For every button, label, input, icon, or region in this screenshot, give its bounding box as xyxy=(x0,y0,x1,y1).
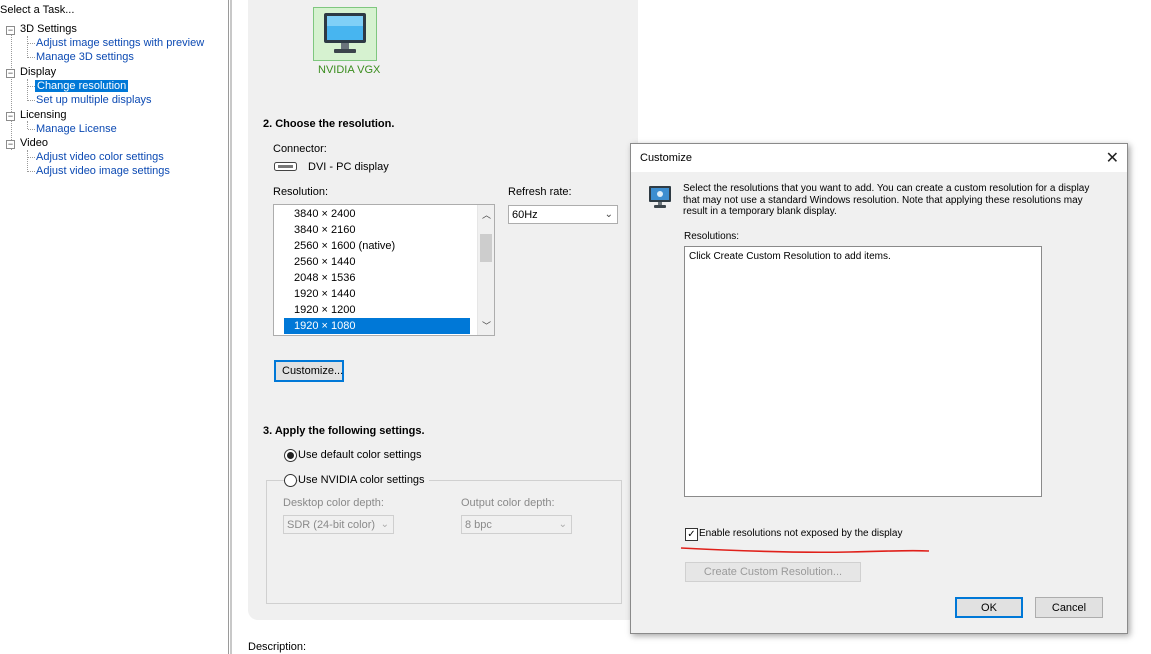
chevron-up-icon[interactable]: ︿ xyxy=(482,208,491,221)
red-annotation-underline xyxy=(680,547,930,554)
resolution-label: Resolution: xyxy=(273,186,329,198)
list-item[interactable]: 1920 × 1440 xyxy=(284,286,470,302)
task-tree-pane: Select a Task... − 3D Settings Adjust im… xyxy=(0,0,229,654)
tree-connector xyxy=(27,79,28,101)
enable-resolutions-checkbox[interactable]: ✓ xyxy=(685,528,698,541)
tree-connector xyxy=(27,121,28,129)
nvidia-color-radio[interactable] xyxy=(284,474,297,487)
tree-connector xyxy=(28,171,35,172)
connector-value: DVI - PC display xyxy=(308,161,389,173)
tree-category-display[interactable]: Display xyxy=(20,66,56,78)
resolution-list[interactable]: 3840 × 2400 3840 × 2160 2560 × 1600 (nat… xyxy=(273,204,495,336)
desktop-depth-label: Desktop color depth: xyxy=(283,497,384,509)
chevron-down-icon: ⌄ xyxy=(558,519,567,530)
tree-item-change-resolution[interactable]: Change resolution xyxy=(35,80,129,92)
tree-connector xyxy=(28,57,35,58)
chevron-down-icon: ⌄ xyxy=(380,519,389,530)
refresh-rate-label: Refresh rate: xyxy=(508,186,572,198)
tree-item-adjust-image-settings[interactable]: Adjust image settings with preview xyxy=(36,37,204,49)
tree-connector xyxy=(28,100,35,101)
refresh-rate-select[interactable]: 60Hz ⌄ xyxy=(508,205,618,224)
tree-item-multiple-displays[interactable]: Set up multiple displays xyxy=(36,94,152,106)
task-tree-title: Select a Task... xyxy=(0,4,75,16)
output-depth-label: Output color depth: xyxy=(461,497,555,509)
tree-item-video-color[interactable]: Adjust video color settings xyxy=(36,151,164,163)
customize-button[interactable]: Customize... xyxy=(274,360,344,382)
tree-category-licensing[interactable]: Licensing xyxy=(20,109,66,121)
tree-category-3d-settings[interactable]: 3D Settings xyxy=(20,23,77,35)
tree-item-video-image[interactable]: Adjust video image settings xyxy=(36,165,170,177)
tree-connector xyxy=(11,30,12,150)
tree-connector xyxy=(27,150,28,172)
dialog-title: Customize xyxy=(640,152,692,164)
chevron-down-icon[interactable]: ﹀ xyxy=(482,319,491,332)
tree-category-video[interactable]: Video xyxy=(20,137,48,149)
list-item-selected[interactable]: 1920 × 1080 xyxy=(284,318,470,334)
output-depth-value: 8 bpc xyxy=(465,519,492,531)
customize-dialog: Customize ✕ Select the resolutions that … xyxy=(630,143,1128,634)
tree-item-manage-3d-settings[interactable]: Manage 3D settings xyxy=(36,51,134,63)
resolution-scrollbar[interactable]: ︿ ﹀ xyxy=(477,205,494,335)
pane-splitter[interactable] xyxy=(230,0,232,654)
display-settings-icon xyxy=(649,186,671,208)
section-choose-resolution: 2. Choose the resolution. xyxy=(263,118,395,130)
description-label: Description: xyxy=(248,641,307,653)
list-hint: Click Create Custom Resolution to add it… xyxy=(689,251,891,262)
custom-resolutions-list[interactable]: Click Create Custom Resolution to add it… xyxy=(684,246,1042,497)
tree-connector xyxy=(28,129,35,130)
display-name: NVIDIA VGX xyxy=(318,64,381,76)
tree-connector xyxy=(28,43,35,44)
collapse-icon[interactable]: − xyxy=(6,140,15,149)
connector-label: Connector: xyxy=(273,143,327,155)
dvi-connector-icon xyxy=(274,162,297,171)
desktop-depth-select: SDR (24-bit color) ⌄ xyxy=(283,515,394,534)
ok-button[interactable]: OK xyxy=(955,597,1023,618)
collapse-icon[interactable]: − xyxy=(6,112,15,121)
close-icon[interactable]: ✕ xyxy=(1106,148,1119,168)
dialog-titlebar[interactable]: Customize ✕ xyxy=(631,144,1127,172)
scrollbar-thumb[interactable] xyxy=(480,234,492,262)
tree-connector xyxy=(27,36,28,58)
create-custom-resolution-button: Create Custom Resolution... xyxy=(685,562,861,582)
chevron-down-icon: ⌄ xyxy=(604,209,613,220)
list-item[interactable]: 2048 × 1536 xyxy=(284,270,470,286)
resolutions-label: Resolutions: xyxy=(684,231,740,242)
cancel-button[interactable]: Cancel xyxy=(1035,597,1103,618)
list-item[interactable]: 3840 × 2160 xyxy=(284,222,470,238)
tree-connector xyxy=(28,157,35,158)
desktop-depth-value: SDR (24-bit color) xyxy=(287,519,376,531)
list-item[interactable]: 2560 × 1440 xyxy=(284,254,470,270)
enable-resolutions-label[interactable]: Enable resolutions not exposed by the di… xyxy=(699,528,902,539)
list-item[interactable]: 3840 × 2400 xyxy=(284,206,470,222)
default-color-radio[interactable] xyxy=(284,449,297,462)
collapse-icon[interactable]: − xyxy=(6,26,15,35)
default-color-label[interactable]: Use default color settings xyxy=(298,449,422,461)
display-tile[interactable] xyxy=(313,7,377,61)
monitor-icon xyxy=(324,13,366,53)
list-item[interactable]: 1920 × 1200 xyxy=(284,302,470,318)
tree-item-manage-license[interactable]: Manage License xyxy=(36,123,117,135)
nvidia-color-label[interactable]: Use NVIDIA color settings xyxy=(298,474,429,486)
section-apply-settings: 3. Apply the following settings. xyxy=(263,425,425,437)
collapse-icon[interactable]: − xyxy=(6,69,15,78)
output-depth-select: 8 bpc ⌄ xyxy=(461,515,572,534)
refresh-rate-value: 60Hz xyxy=(512,209,538,221)
list-item[interactable]: 2560 × 1600 (native) xyxy=(284,238,470,254)
tree-connector xyxy=(28,86,35,87)
dialog-intro-text: Select the resolutions that you want to … xyxy=(683,183,1090,217)
